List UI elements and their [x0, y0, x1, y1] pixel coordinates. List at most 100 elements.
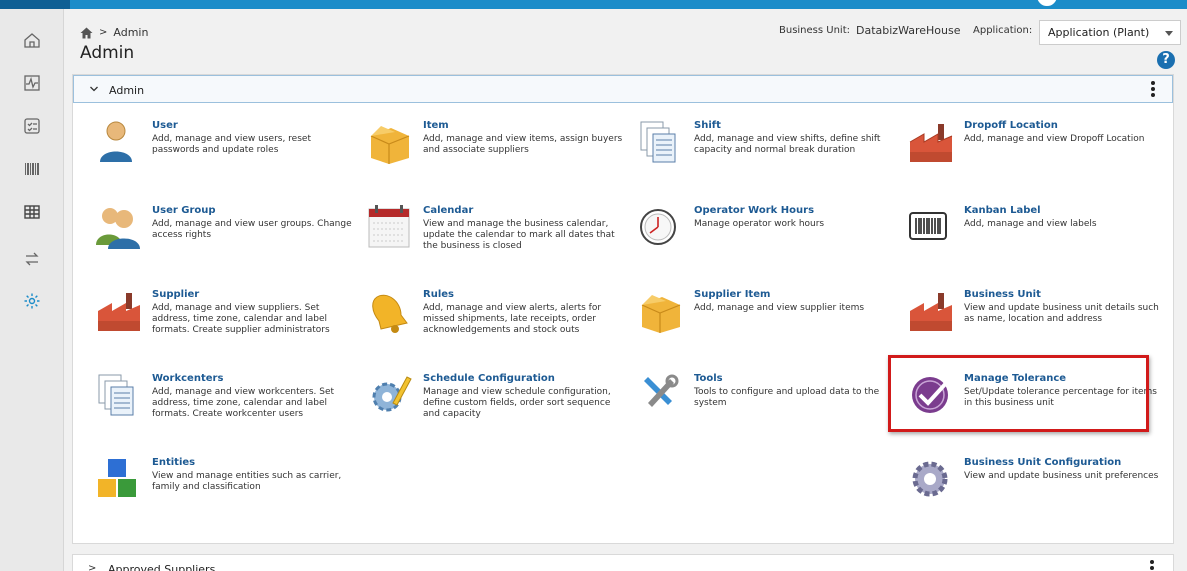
top-bar-accent: [0, 0, 70, 9]
calendar-icon: [368, 205, 410, 248]
tile-rules[interactable]: Rules Add, manage and view alerts, alert…: [367, 289, 617, 359]
tile-calendar[interactable]: Calendar View and manage the business ca…: [367, 205, 617, 275]
breadcrumb: > Admin: [80, 26, 148, 39]
tile-workcenters[interactable]: Workcenters Add, manage and view workcen…: [96, 373, 346, 443]
tile-title[interactable]: Workcenters: [152, 373, 223, 384]
chevron-down-icon: [1165, 31, 1173, 36]
tile-title[interactable]: Calendar: [423, 205, 473, 216]
clock-icon: [640, 209, 676, 245]
approved-suppliers-panel-title: Approved Suppliers: [108, 563, 216, 571]
factory-icon: [910, 293, 952, 331]
business-unit-label: Business Unit:: [779, 25, 851, 36]
help-icon[interactable]: ?: [1157, 51, 1175, 69]
tile-description: View and manage the business calendar, u…: [423, 219, 615, 251]
top-bar: [0, 0, 1187, 9]
application-value: Application (Plant): [1048, 26, 1150, 39]
checklist-icon[interactable]: [22, 116, 42, 136]
tile-title[interactable]: Business Unit: [964, 289, 1041, 300]
transfer-icon[interactable]: [22, 249, 42, 269]
tile-business-unit[interactable]: Business Unit View and update business u…: [908, 289, 1159, 359]
tile-description: View and manage entities such as carrier…: [152, 471, 342, 492]
tile-description: Add, manage and view users, reset passwo…: [152, 134, 311, 155]
user-group-icon: [96, 208, 140, 249]
breadcrumb-home-icon[interactable]: [80, 27, 93, 39]
tile-description: View and update business unit details su…: [964, 303, 1159, 324]
admin-panel: Admin User Add, manage and view users, r…: [72, 74, 1174, 544]
application-select[interactable]: Application (Plant): [1039, 20, 1181, 45]
admin-panel-header[interactable]: Admin: [73, 75, 1173, 103]
tile-shift[interactable]: Shift Add, manage and view shifts, defin…: [638, 120, 888, 190]
tile-description: Add, manage and view shifts, define shif…: [694, 134, 881, 155]
admin-panel-title: Admin: [109, 84, 145, 97]
gear-pencil-icon: [372, 376, 412, 412]
tile-title[interactable]: Kanban Label: [964, 205, 1041, 216]
factory-icon: [909, 124, 953, 162]
tile-description: Add, manage and view supplier items: [694, 303, 865, 313]
page-title: Admin: [80, 43, 135, 63]
more-options-icon[interactable]: [1150, 560, 1154, 571]
tile-operator-work-hours[interactable]: Operator Work Hours Manage operator work…: [638, 205, 888, 275]
box-icon: [641, 295, 681, 333]
tile-title[interactable]: Rules: [423, 289, 454, 300]
tile-title[interactable]: Schedule Configuration: [423, 373, 555, 384]
tile-supplier[interactable]: Supplier Add, manage and view suppliers.…: [96, 289, 346, 359]
documents-icon: [98, 374, 134, 416]
tile-title[interactable]: Supplier: [152, 289, 199, 300]
tile-description: Add, manage and view Dropoff Location: [964, 134, 1145, 144]
tile-entities[interactable]: Entities View and manage entities such a…: [96, 457, 346, 527]
more-options-icon[interactable]: [1151, 81, 1155, 97]
home-icon[interactable]: [22, 30, 42, 50]
tile-user-group[interactable]: User Group Add, manage and view user gro…: [96, 205, 352, 275]
settings-icon[interactable]: [22, 291, 42, 311]
tile-title[interactable]: Business Unit Configuration: [964, 457, 1121, 468]
bell-icon: [372, 294, 408, 333]
table-icon[interactable]: [22, 202, 42, 222]
documents-icon: [640, 121, 676, 163]
tile-title[interactable]: Tools: [694, 373, 723, 384]
tile-title[interactable]: Item: [423, 120, 449, 131]
business-unit-value: DatabizWareHouse: [856, 24, 961, 37]
tile-business-unit-configuration[interactable]: Business Unit Configuration View and upd…: [908, 457, 1158, 527]
chevron-right-icon: >: [88, 563, 97, 571]
barcode-label-icon: [909, 212, 947, 240]
highlight-annotation: [888, 355, 1149, 432]
tile-title[interactable]: Shift: [694, 120, 721, 131]
tile-title[interactable]: User Group: [152, 205, 216, 216]
tile-description: View and update business unit preference…: [964, 471, 1159, 481]
tile-description: Add, manage and view items, assign buyer…: [423, 134, 623, 155]
tile-tools[interactable]: Tools Tools to configure and upload data…: [638, 373, 888, 443]
tile-title[interactable]: Operator Work Hours: [694, 205, 814, 216]
user-avatar[interactable]: [1035, 0, 1059, 8]
gear-icon: [912, 461, 948, 497]
tile-title[interactable]: User: [152, 120, 178, 131]
approved-suppliers-panel[interactable]: > Approved Suppliers: [72, 554, 1174, 571]
tile-user[interactable]: User Add, manage and view users, reset p…: [96, 120, 346, 190]
chevron-down-icon: [90, 86, 98, 92]
chevron-right-icon: >: [99, 27, 108, 38]
tile-description: Add, manage and view alerts, alerts for …: [423, 303, 602, 335]
blocks-icon: [98, 459, 136, 497]
tile-title[interactable]: Entities: [152, 457, 195, 468]
tile-title[interactable]: Dropoff Location: [964, 120, 1058, 131]
tile-schedule-configuration[interactable]: Schedule Configuration Manage and view s…: [367, 373, 617, 443]
tile-description: Manage operator work hours: [694, 219, 825, 229]
tile-description: Add, manage and view workcenters. Set ad…: [152, 387, 335, 419]
barcode-icon[interactable]: [22, 159, 42, 179]
factory-icon: [98, 293, 140, 331]
tile-description: Add, manage and view suppliers. Set addr…: [152, 303, 330, 335]
activity-icon[interactable]: [22, 73, 42, 93]
tile-description: Manage and view schedule configuration, …: [423, 387, 611, 419]
tile-description: Add, manage and view labels: [964, 219, 1097, 229]
tile-description: Add, manage and view user groups. Change…: [152, 219, 352, 240]
tile-kanban-label[interactable]: Kanban Label Add, manage and view labels: [908, 205, 1158, 275]
tile-title[interactable]: Supplier Item: [694, 289, 770, 300]
application-label: Application:: [973, 25, 1033, 36]
tile-supplier-item[interactable]: Supplier Item Add, manage and view suppl…: [638, 289, 888, 359]
user-icon: [100, 121, 132, 162]
tile-item[interactable]: Item Add, manage and view items, assign …: [367, 120, 622, 190]
tile-description: Tools to configure and upload data to th…: [694, 387, 880, 408]
breadcrumb-current: Admin: [113, 26, 149, 39]
sidebar: [0, 9, 64, 571]
tile-dropoff-location[interactable]: Dropoff Location Add, manage and view Dr…: [908, 120, 1158, 190]
tools-icon: [644, 374, 679, 407]
